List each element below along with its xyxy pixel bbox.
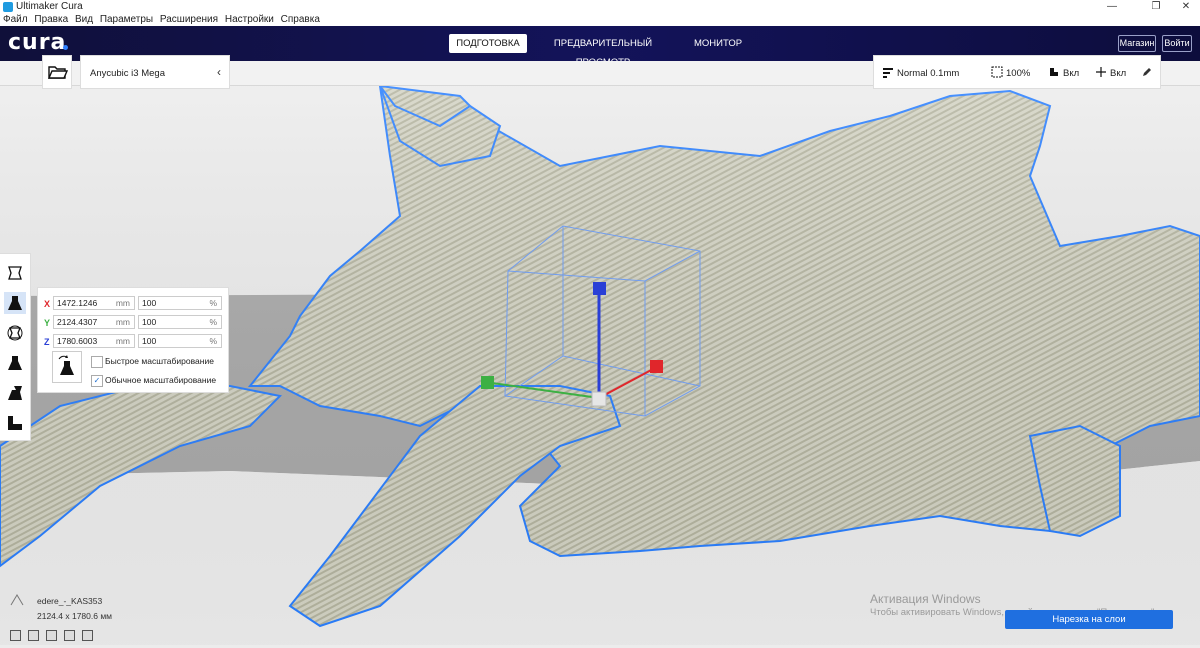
objects-list-icon[interactable] xyxy=(10,594,24,606)
uniform-scaling-checkbox[interactable]: ✓ xyxy=(91,375,103,387)
scale-tool-icon xyxy=(8,296,22,310)
support-blocker-icon xyxy=(8,416,22,430)
mirror-tool-icon xyxy=(8,356,22,370)
menu-file[interactable]: Файл xyxy=(3,14,28,25)
scale-z-mm-value: 1780.6003 xyxy=(57,336,98,346)
signin-button[interactable]: Войти xyxy=(1162,35,1192,52)
infill-icon xyxy=(991,66,1003,78)
scale-x-percent-input[interactable]: 100 % xyxy=(138,296,222,310)
scale-z-percent-input[interactable]: 100 % xyxy=(138,334,222,348)
printer-selector[interactable]: Anycubic i3 Mega ‹ xyxy=(80,55,230,89)
cura-logo-dot xyxy=(63,45,68,50)
snap-scaling-label: Быстрое масштабирование xyxy=(105,356,214,366)
rotate-tool-icon xyxy=(7,325,23,341)
scale-y-percent-input[interactable]: 100 % xyxy=(138,315,222,329)
scale-tool-button[interactable] xyxy=(4,292,26,314)
per-model-settings-button[interactable] xyxy=(4,382,26,404)
reset-scale-icon xyxy=(58,355,74,375)
adhesion-label: Вкл xyxy=(1110,68,1127,79)
minimize-button[interactable]: — xyxy=(1100,0,1124,13)
gizmo-center-handle[interactable] xyxy=(591,391,607,407)
slice-button[interactable]: Нарезка на слои xyxy=(1005,610,1173,629)
gizmo-x-handle[interactable] xyxy=(650,360,663,373)
rotate-tool-button[interactable] xyxy=(4,322,26,344)
menu-view[interactable]: Вид xyxy=(75,14,93,25)
scale-z-percent-unit: % xyxy=(209,336,217,346)
scale-y-percent-value: 100 xyxy=(142,317,157,327)
reset-scale-button[interactable] xyxy=(52,351,82,383)
marketplace-button[interactable]: Магазин xyxy=(1118,35,1156,52)
open-file-button[interactable] xyxy=(42,55,72,89)
axis-x-label: X xyxy=(44,299,51,309)
move-tool-icon xyxy=(8,266,22,280)
folder-icon xyxy=(47,66,69,79)
menu-edit[interactable]: Правка xyxy=(34,14,68,25)
pencil-icon[interactable] xyxy=(1142,67,1152,77)
axis-y-label: Y xyxy=(44,318,51,328)
profile-label: Normal 0.1mm xyxy=(897,68,960,79)
cura-app-icon xyxy=(3,2,13,12)
scale-panel: X 1472.1246 mm 100 % Y 2124.4307 mm 100 … xyxy=(37,287,229,393)
object-name: edere_-_KAS353 xyxy=(37,596,103,606)
printer-name: Anycubic i3 Mega xyxy=(90,68,165,79)
support-label: Вкл xyxy=(1063,68,1080,79)
scale-x-percent-value: 100 xyxy=(142,298,157,308)
profile-icon xyxy=(883,68,893,78)
menu-help[interactable]: Справка xyxy=(281,14,320,25)
menu-preferences[interactable]: Настройки xyxy=(225,14,274,25)
scale-y-percent-unit: % xyxy=(209,317,217,327)
scale-y-mm-value: 2124.4307 xyxy=(57,317,98,327)
move-tool-button[interactable] xyxy=(4,262,26,284)
scale-z-percent-value: 100 xyxy=(142,336,157,346)
support-blocker-button[interactable] xyxy=(4,412,26,434)
tool-bar xyxy=(0,253,31,441)
scale-y-mm-unit: mm xyxy=(115,317,130,327)
tab-monitor[interactable]: МОНИТОР xyxy=(690,34,746,53)
gizmo-y-handle[interactable] xyxy=(481,376,494,389)
view-front-icon[interactable] xyxy=(28,630,39,641)
scale-x-mm-input[interactable]: 1472.1246 mm xyxy=(53,296,135,310)
scale-y-mm-input[interactable]: 2124.4307 mm xyxy=(53,315,135,329)
window-title: Ultimaker Cura xyxy=(16,1,83,12)
view-3d-icon[interactable] xyxy=(10,630,21,641)
window-titlebar: Ultimaker Cura — ❐ ✕ xyxy=(0,0,1200,14)
scale-x-mm-value: 1472.1246 xyxy=(57,298,98,308)
cura-logo: cura xyxy=(8,30,67,55)
scale-z-mm-unit: mm xyxy=(115,336,130,346)
view-right-icon[interactable] xyxy=(82,630,93,641)
view-top-icon[interactable] xyxy=(46,630,57,641)
object-dimensions: 2124.4 x 1780.6 мм xyxy=(37,611,113,621)
tab-prepare[interactable]: ПОДГОТОВКА xyxy=(449,34,527,53)
scale-x-mm-unit: mm xyxy=(115,298,130,308)
activation-title: Активация Windows xyxy=(870,592,981,606)
support-icon xyxy=(1050,68,1058,76)
scale-x-percent-unit: % xyxy=(209,298,217,308)
close-button[interactable]: ✕ xyxy=(1174,0,1198,13)
menu-bar: Файл Правка Вид Параметры Расширения Нас… xyxy=(0,14,1200,26)
gizmo-z-handle[interactable] xyxy=(593,282,606,295)
per-model-settings-icon xyxy=(8,386,22,400)
mirror-tool-button[interactable] xyxy=(4,352,26,374)
tab-preview[interactable]: ПРЕДВАРИТЕЛЬНЫЙ ПРОСМОТР xyxy=(540,34,666,68)
snap-scaling-checkbox[interactable] xyxy=(91,356,103,368)
restore-button[interactable]: ❐ xyxy=(1144,0,1168,13)
menu-extensions[interactable]: Расширения xyxy=(160,14,218,25)
print-settings-panel[interactable]: Normal 0.1mm 100% Вкл Вкл xyxy=(873,55,1161,89)
scale-z-mm-input[interactable]: 1780.6003 mm xyxy=(53,334,135,348)
menu-settings[interactable]: Параметры xyxy=(100,14,153,25)
view-left-icon[interactable] xyxy=(64,630,75,641)
infill-label: 100% xyxy=(1006,68,1031,79)
uniform-scaling-label: Обычное масштабирование xyxy=(105,375,217,385)
axis-z-label: Z xyxy=(44,337,50,347)
chevron-left-icon[interactable]: ‹ xyxy=(217,65,221,79)
adhesion-icon xyxy=(1096,67,1106,77)
